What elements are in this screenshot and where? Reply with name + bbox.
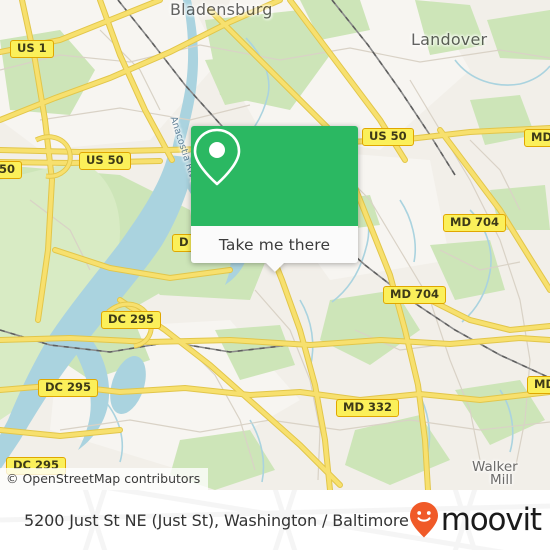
shield-us-50-top: US 50 bbox=[362, 128, 414, 146]
shield-us-50-left: US 50 bbox=[79, 152, 131, 170]
map-label-mill: Mill bbox=[490, 472, 513, 488]
moovit-pin-smiley-icon bbox=[409, 502, 438, 538]
shield-dc-295-lower: DC 295 bbox=[38, 379, 98, 397]
shield-50-clipped-left: 50 bbox=[0, 161, 23, 179]
shield-md-clipped-bottom: MD bbox=[527, 376, 550, 394]
shield-md-704-upper: MD 704 bbox=[443, 214, 506, 232]
location-popup-card[interactable]: Take me there bbox=[191, 126, 358, 272]
map-label-bladensburg: Bladensburg bbox=[170, 0, 273, 19]
take-me-there-label: Take me there bbox=[218, 235, 331, 254]
osm-attribution[interactable]: © OpenStreetMap contributors bbox=[0, 468, 209, 490]
map-canvas[interactable]: Bladensburg Landover Walker Mill Anacost… bbox=[0, 0, 550, 490]
moovit-logo[interactable]: moovit bbox=[409, 501, 542, 539]
map-pin-icon bbox=[193, 128, 241, 186]
take-me-there-button[interactable]: Take me there bbox=[191, 226, 358, 272]
shield-us-1: US 1 bbox=[10, 40, 54, 58]
popup-icon-area bbox=[191, 126, 358, 226]
address-label: 5200 Just St NE (Just St), Washington / … bbox=[24, 510, 409, 530]
shield-md-704-lower: MD 704 bbox=[383, 286, 446, 304]
screenshot-root: Bladensburg Landover Walker Mill Anacost… bbox=[0, 0, 550, 550]
shield-md-clipped-top: MD bbox=[524, 129, 550, 147]
popup-tail bbox=[264, 262, 285, 272]
footer-content-row: 5200 Just St NE (Just St), Washington / … bbox=[0, 490, 550, 550]
shield-dc-295-mid: DC 295 bbox=[101, 311, 161, 329]
footer-bar: 5200 Just St NE (Just St), Washington / … bbox=[0, 490, 550, 550]
map-label-landover: Landover bbox=[411, 30, 488, 49]
shield-md-332: MD 332 bbox=[336, 399, 399, 417]
moovit-wordmark: moovit bbox=[440, 501, 542, 538]
